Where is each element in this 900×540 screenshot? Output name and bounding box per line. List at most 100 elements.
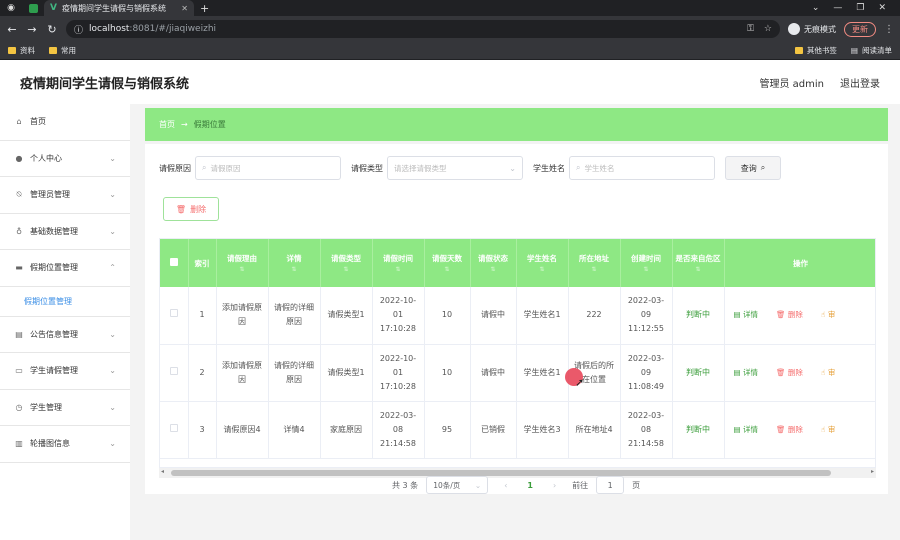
prev-page-icon[interactable]: ‹ [496,481,515,490]
search-form: 请假原因 ⌕ 请假原因 请假类型 请选择请假类型 ⌄ 学生姓名 ⌕ 学生姓名 查… [159,156,781,180]
sidebar-item-home[interactable]: ⌂ 首页 [0,104,130,141]
url-bar[interactable]: ⓘ localhost:8081/#/jiaqiweizhi ⚿ ☆ [66,20,780,38]
table-cell: 95 [424,401,471,459]
back-icon[interactable]: ← [6,23,18,36]
bookmark-folder[interactable]: 资料 [8,45,35,56]
audit-button[interactable]: ☝ 审 [821,423,835,437]
checkbox[interactable] [169,366,178,375]
name-input[interactable]: ⌕ 学生姓名 [569,156,715,180]
sort-icon[interactable]: ⇅ [321,266,372,273]
breadcrumb-home[interactable]: 首页 [159,119,175,130]
app-favicon-icon[interactable] [22,0,44,16]
maximize-icon[interactable]: ❐ [856,3,864,13]
sidebar-item-student[interactable]: ◷ 学生管理 ⌄ [0,390,130,426]
type-select[interactable]: 请选择请假类型 ⌄ [387,156,523,180]
sort-icon[interactable]: ⇅ [425,266,470,273]
minimize-icon[interactable]: — [833,3,842,13]
sort-icon[interactable]: ⇅ [569,266,620,273]
user-icon: ● [15,153,23,163]
column-header[interactable]: 是否来自危区 ⇅ [672,239,725,287]
scroll-right-icon[interactable]: ▸ [871,468,874,475]
clock-icon: ◷ [15,402,23,412]
query-button[interactable]: 查询 ⌕ [725,156,781,180]
sidebar-item-basic-data[interactable]: ♁ 基础数据管理 ⌄ [0,214,130,250]
tab-search-icon[interactable]: ⌄ [812,3,820,13]
select-all-checkbox[interactable] [160,239,189,287]
column-header[interactable]: 请假时间 ⇅ [372,239,425,287]
sort-icon[interactable]: ⇅ [471,266,516,273]
browser-tab[interactable]: V 疫情期间学生请假与销假系统 ✕ [44,0,194,16]
window-close-icon[interactable]: ✕ [878,3,886,13]
app-title: 疫情期间学生请假与销假系统 [20,76,190,92]
incognito-indicator[interactable]: 无痕模式 [788,23,836,35]
column-header[interactable]: 请假类型 ⇅ [320,239,373,287]
next-page-icon[interactable]: › [545,481,564,490]
sidebar-item-carousel[interactable]: ▥ 轮播图信息 ⌄ [0,426,130,463]
star-icon[interactable]: ☆ [764,24,772,34]
sort-icon[interactable]: ⇅ [217,266,268,273]
sidebar-item-profile[interactable]: ● 个人中心 ⌄ [0,141,130,177]
audit-button[interactable]: ☝ 审 [821,308,835,322]
detail-button[interactable]: ▤ 详情 [734,366,758,380]
update-button[interactable]: 更新 [844,21,876,37]
checkbox[interactable] [169,309,178,318]
thumb-icon: ☝ [820,367,828,377]
search-icon: ⌕ [576,163,581,172]
goto-page-input[interactable]: 1 [596,476,625,494]
column-header[interactable]: 请假理由 ⇅ [216,239,269,287]
detail-button[interactable]: ▤ 详情 [734,308,758,322]
checkbox[interactable] [169,258,178,266]
message-icon: ▬ [15,263,23,273]
row-delete-button[interactable]: 🗑 删除 [776,366,803,380]
delete-button[interactable]: 🗑 删除 [163,197,219,221]
forward-icon[interactable]: → [26,23,38,36]
checkbox[interactable] [169,423,178,432]
sort-icon[interactable]: ⇅ [517,266,568,273]
row-checkbox[interactable] [160,344,189,402]
sidebar-subitem-leave-location[interactable]: 假期位置管理 [0,287,130,317]
other-bookmarks[interactable]: 其他书签 [794,45,837,56]
row-checkbox[interactable] [160,287,189,345]
sidebar-item-student-leave[interactable]: ▭ 学生请假管理 ⌄ [0,353,130,390]
page-size-value: 10条/页 [433,480,461,490]
sidebar-item-leave-location[interactable]: ▬ 假期位置管理 ⌃ [0,250,130,287]
reason-input[interactable]: ⌕ 请假原因 [195,156,341,180]
sort-icon[interactable]: ⇅ [373,266,424,273]
chevron-down-icon: ⌄ [109,190,116,200]
globe-icon[interactable]: ◉ [0,0,22,16]
column-header: 索引 [188,239,217,287]
column-header[interactable]: 学生姓名 ⇅ [516,239,569,287]
column-header[interactable]: 所在地址 ⇅ [568,239,621,287]
table-cell: 请假的详细原因 [268,344,321,402]
new-tab-icon[interactable]: + [200,2,209,15]
reload-icon[interactable]: ↻ [46,23,58,36]
page-number-current[interactable]: 1 [523,481,537,490]
sidebar-item-notice[interactable]: ▤ 公告信息管理 ⌄ [0,317,130,353]
menu-dots-icon[interactable]: ⋮ [884,24,894,35]
logout-link[interactable]: 退出登录 [840,75,880,90]
sort-icon[interactable]: ⇅ [673,266,724,273]
row-delete-button[interactable]: 🗑 删除 [776,423,803,437]
sidebar-item-admin[interactable]: ⍉ 管理员管理 ⌄ [0,177,130,214]
thumb-icon: ☝ [820,424,828,434]
close-icon[interactable]: ✕ [181,4,188,13]
bookmark-folder[interactable]: 常用 [49,45,76,56]
page-size-select[interactable]: 10条/页 ⌄ [426,476,489,494]
info-icon[interactable]: ⓘ [74,23,83,36]
row-delete-button[interactable]: 🗑 删除 [776,308,803,322]
key-icon[interactable]: ⚿ [747,24,754,34]
row-checkbox[interactable] [160,401,189,459]
sort-icon[interactable]: ⇅ [621,266,672,273]
scroll-left-icon[interactable]: ◂ [161,468,164,475]
bookmark-label: 阅读清单 [862,46,892,55]
column-label: 是否来自危区 [675,254,721,263]
column-header[interactable]: 请假状态 ⇅ [470,239,517,287]
column-header[interactable]: 创建时间 ⇅ [620,239,673,287]
detail-button[interactable]: ▤ 详情 [734,423,758,437]
reading-list[interactable]: ▤ 阅读清单 [851,45,892,56]
audit-button[interactable]: ☝ 审 [821,366,835,380]
column-header[interactable]: 请假天数 ⇅ [424,239,471,287]
table-cell: 2022-10-01 17:10:28 [372,344,425,402]
sort-icon[interactable]: ⇅ [269,266,320,273]
column-header[interactable]: 详情 ⇅ [268,239,321,287]
